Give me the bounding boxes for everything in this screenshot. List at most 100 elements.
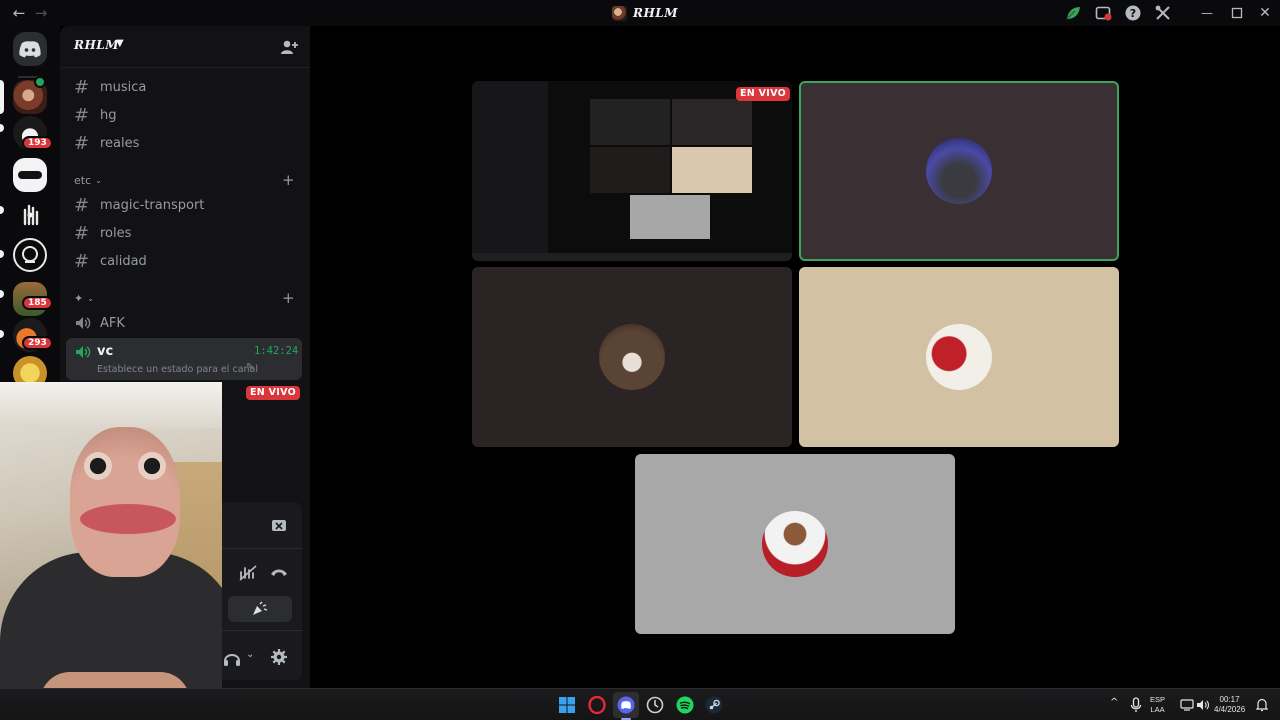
call-timer: 1:42:24: [254, 345, 299, 357]
hash-icon: #: [74, 250, 90, 272]
help-icon[interactable]: ?: [1124, 4, 1142, 22]
clock-date: 4/4/2026: [1214, 705, 1246, 714]
arrow-right-icon[interactable]: →: [32, 4, 50, 22]
participant-tile[interactable]: [635, 454, 955, 634]
shared-preview-block: [672, 99, 752, 145]
arrow-left-icon[interactable]: ←: [10, 4, 28, 22]
close-icon[interactable]: ✕: [1256, 4, 1274, 22]
unread-indicator: [0, 250, 4, 258]
settings-gear-icon[interactable]: [270, 648, 288, 666]
svg-text:?: ?: [1130, 7, 1136, 20]
channel-status-placeholder[interactable]: Establece un estado para el canal: [97, 364, 258, 375]
mention-badge: 193: [22, 136, 53, 150]
participant-tile[interactable]: [799, 267, 1119, 447]
category-voice[interactable]: ✦ ⌄: [74, 292, 94, 305]
shared-preview-block: [672, 147, 752, 193]
speaker-icon: [76, 317, 91, 329]
volume-icon[interactable]: [1196, 698, 1210, 712]
maximize-icon[interactable]: [1228, 4, 1246, 22]
chevron-down-icon[interactable]: ⌄: [246, 649, 254, 660]
mention-badge: 185: [22, 296, 53, 310]
webcam-overlay: [0, 382, 222, 720]
voice-controls-panel: ⌄: [222, 502, 302, 680]
panel-divider: [222, 548, 302, 549]
channel-label: hg: [100, 107, 117, 123]
mouth: [80, 504, 176, 534]
live-badge: EN VIVO: [736, 87, 790, 101]
tray-overflow-icon[interactable]: ^: [1110, 697, 1118, 708]
shared-taskbar-preview: [472, 253, 792, 261]
pencil-icon[interactable]: ✎: [246, 362, 254, 373]
server-name: RHLM: [74, 38, 120, 52]
mention-badge: 293: [22, 336, 53, 350]
add-channel-icon[interactable]: +: [282, 289, 295, 307]
hash-icon: #: [74, 194, 90, 216]
leaf-icon[interactable]: [1064, 4, 1082, 22]
notification-bell-icon[interactable]: [1256, 698, 1268, 712]
opera-browser-icon[interactable]: [588, 696, 606, 714]
skull-icon: [22, 246, 38, 263]
participant-tile-speaking[interactable]: [799, 81, 1119, 261]
channel-hg[interactable]: # hg: [68, 102, 302, 128]
tools-icon[interactable]: [1154, 4, 1172, 22]
os-taskbar: ^ ESP LAA 00:17 4/4/2026: [0, 688, 1280, 720]
hang-up-icon[interactable]: [270, 566, 288, 580]
add-member-icon[interactable]: [280, 38, 298, 56]
chevron-down-icon: ▼: [116, 38, 124, 49]
chevron-down-icon: ⌄: [87, 294, 94, 303]
input-language[interactable]: ESP LAA: [1150, 695, 1165, 715]
clock-app-icon[interactable]: [646, 696, 664, 714]
channel-label: musica: [100, 79, 147, 95]
window-light: [0, 382, 222, 428]
steam-icon[interactable]: [705, 696, 723, 714]
unread-indicator: [0, 206, 4, 214]
category-label: ✦: [74, 292, 84, 305]
unread-indicator: [0, 330, 4, 338]
channel-reales[interactable]: # reales: [68, 130, 302, 156]
shared-preview-block: [590, 99, 670, 145]
server-icon-3[interactable]: [13, 158, 47, 192]
shared-sidebar-preview: [472, 81, 548, 253]
face: [70, 427, 180, 577]
discord-home-button[interactable]: [13, 32, 47, 66]
voice-status-icon: [34, 76, 46, 88]
windows-start-icon[interactable]: [558, 696, 576, 714]
channel-vc[interactable]: vc 1:42:24 Establece un estado para el c…: [66, 338, 302, 380]
channel-label: calidad: [100, 253, 147, 269]
channel-roles[interactable]: # roles: [68, 220, 302, 246]
network-icon[interactable]: [1180, 698, 1194, 712]
hash-icon: #: [74, 222, 90, 244]
participant-avatar: [599, 324, 665, 390]
participant-tile[interactable]: [472, 267, 792, 447]
inbox-icon[interactable]: [1094, 4, 1112, 22]
channel-calidad[interactable]: # calidad: [68, 248, 302, 274]
window-title-text: RHLM: [633, 6, 679, 20]
shared-preview-block: [590, 147, 670, 193]
discord-taskbar-icon[interactable]: [617, 696, 635, 714]
hash-icon: #: [74, 104, 90, 126]
channel-afk[interactable]: AFK: [68, 310, 302, 336]
server-icon-5[interactable]: [13, 238, 47, 272]
live-badge: EN VIVO: [246, 386, 300, 400]
participant-avatar: [762, 511, 828, 577]
minimize-icon[interactable]: —: [1198, 4, 1216, 22]
server-avatar: [612, 5, 627, 21]
system-clock[interactable]: 00:17 4/4/2026: [1214, 695, 1245, 715]
add-channel-icon[interactable]: +: [282, 171, 295, 189]
language-code: ESP: [1150, 695, 1166, 704]
noise-suppression-icon[interactable]: [238, 564, 258, 582]
soundboard-icon: [253, 601, 268, 615]
screen-share-tile[interactable]: [472, 81, 792, 261]
channel-label: magic-transport: [100, 197, 205, 213]
headphones-icon[interactable]: [222, 648, 242, 668]
server-header[interactable]: RHLM ▼: [60, 26, 310, 68]
disconnect-screen-icon[interactable]: [271, 518, 287, 534]
spotify-icon[interactable]: [676, 696, 694, 714]
server-icon-4[interactable]: [13, 198, 47, 232]
microphone-icon[interactable]: [1130, 697, 1142, 713]
soundboard-button[interactable]: [228, 596, 292, 622]
channel-magic-transport[interactable]: # magic-transport: [68, 192, 302, 218]
channel-musica[interactable]: # musica: [68, 74, 302, 100]
category-label: etc: [74, 174, 92, 187]
category-etc[interactable]: etc ⌄: [74, 174, 102, 187]
